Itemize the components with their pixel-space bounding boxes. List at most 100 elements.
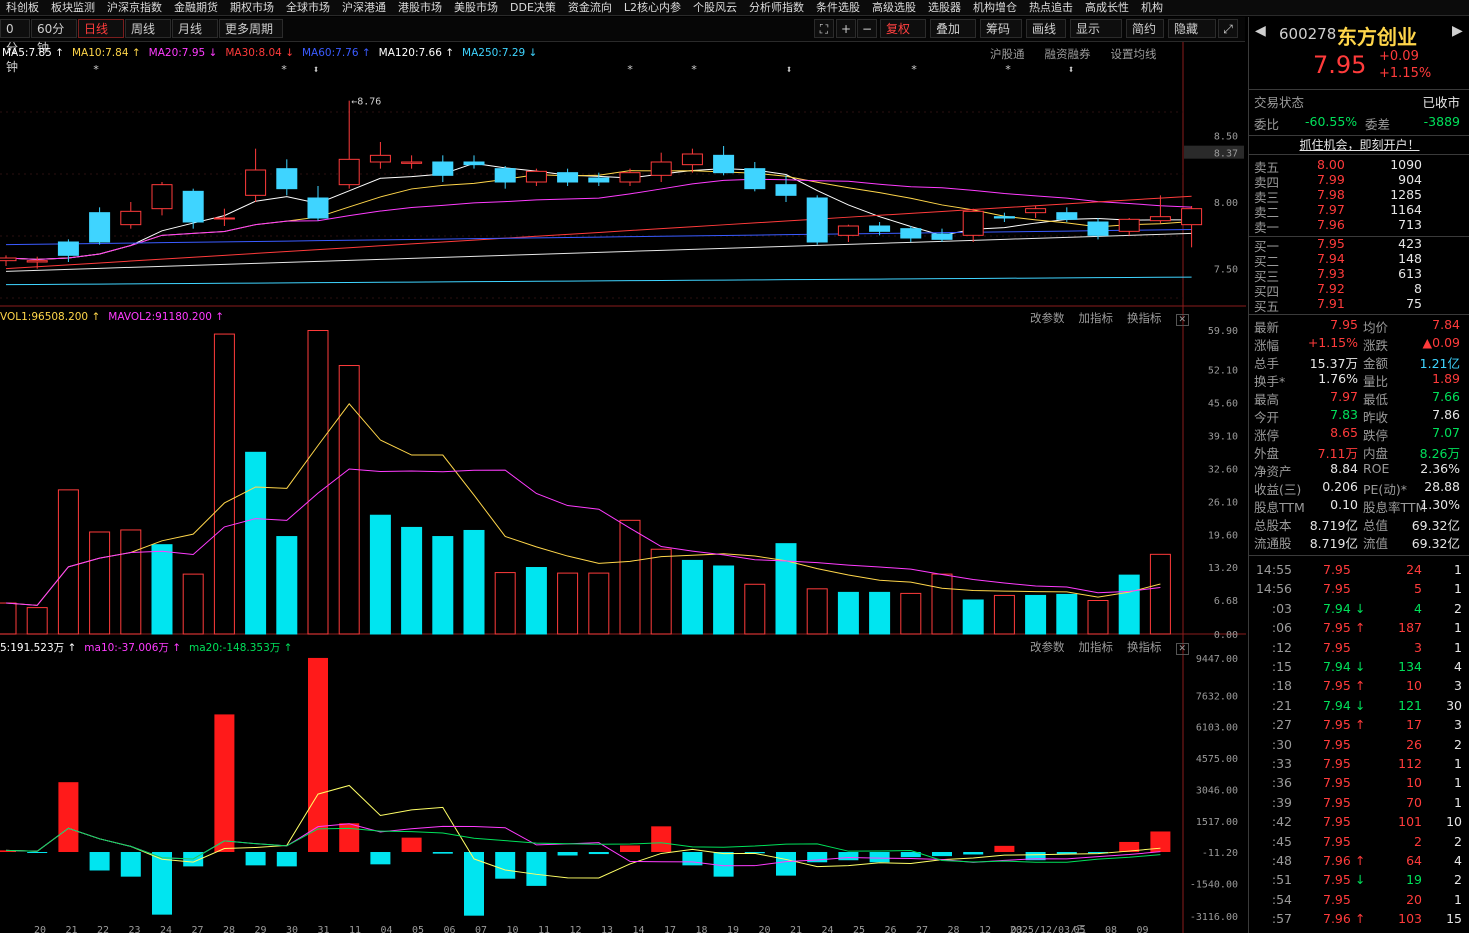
period-tab[interactable]: 日线 — [78, 19, 124, 38]
period-tab[interactable]: 更多周期 — [219, 19, 283, 38]
arrow-up-icon: ↑ — [1355, 911, 1366, 927]
nav-item[interactable]: 板块监测 — [45, 0, 101, 15]
legend-item: MA5:7.85 ↑ — [2, 47, 64, 59]
close-icon[interactable]: ✕ — [1175, 314, 1190, 326]
toolbar-button[interactable]: 复权 — [880, 19, 926, 38]
indicator-control[interactable]: 改参数 — [1030, 311, 1065, 325]
nav-item[interactable]: 条件选股 — [810, 0, 866, 15]
fullscreen-icon[interactable]: ⤢ — [1218, 19, 1238, 38]
candle-body — [182, 190, 204, 223]
tick-row: :12 7.95 3 1 — [1271, 639, 1462, 655]
zoom-in-icon[interactable]: + — [836, 19, 856, 38]
nav-item[interactable]: 沪深港通 — [336, 0, 392, 15]
toolbar-button[interactable]: 叠加 — [930, 19, 976, 38]
volume-bar — [307, 330, 329, 635]
open-account-banner[interactable]: 抓住机会，即刻开户！ — [1249, 135, 1469, 155]
toolbar-button[interactable]: 简约 — [1126, 19, 1164, 38]
indicator-control[interactable]: 换指标 — [1127, 311, 1162, 325]
volume-bar — [557, 572, 579, 635]
box-select-icon[interactable]: ⛶ — [814, 19, 834, 38]
nav-item[interactable]: 高成长性 — [1079, 0, 1135, 15]
toolbar-button[interactable]: 筹码 — [980, 19, 1022, 38]
candle-body — [338, 158, 360, 186]
nav-item[interactable]: 港股市场 — [392, 0, 448, 15]
stat-row: 外盘 7.11万 内盘 8.26万 — [1254, 446, 1460, 461]
main-link[interactable]: 设置均线 — [1111, 47, 1157, 61]
volume-bar — [713, 565, 735, 635]
volume-tick: 19.60 — [1208, 531, 1238, 542]
nav-item[interactable]: 资金流向 — [562, 0, 618, 15]
nav-item[interactable]: 高级选股 — [866, 0, 922, 15]
close-icon[interactable]: ✕ — [1175, 643, 1190, 655]
indicator-control[interactable]: 改参数 — [1030, 640, 1065, 654]
toolbar-button[interactable]: 画线 — [1026, 19, 1066, 38]
period-tab[interactable]: 周线 — [125, 19, 171, 38]
flow-tick: 6103.00 — [1196, 723, 1238, 734]
price-tick: 8.00 — [1214, 198, 1238, 209]
period-tab[interactable]: 月线 — [172, 19, 218, 38]
volume-bar — [1056, 593, 1078, 635]
period-tab[interactable]: 0分钟 — [0, 19, 30, 74]
candle-body — [681, 153, 703, 166]
arrow-down-icon: ↓ — [1355, 697, 1366, 713]
candle-body — [1181, 208, 1203, 226]
volume-bar — [1087, 600, 1109, 635]
period-tab[interactable]: 60分钟 — [31, 19, 77, 55]
main-link[interactable]: 沪股通 — [990, 47, 1025, 61]
nav-item[interactable]: 分析师指数 — [743, 0, 810, 15]
trade-status-row: 交易状态 已收市 — [1254, 95, 1460, 110]
nav-item[interactable]: 美股市场 — [448, 0, 504, 15]
fund-flow-bar — [89, 852, 110, 871]
tick-row: 14:55 7.95 24 1 — [1255, 562, 1462, 577]
tick-row: :15 7.94 ↓ 134 4 — [1271, 659, 1462, 674]
candle-body — [26, 260, 48, 263]
legend-item: MA120:7.66 ↑ — [378, 47, 455, 59]
kline-chart-area[interactable]: 8.50 8.37 8.00 7.50 * * * * * * ⬍ ⬍ ⬍ ←8.76 59.90 52.10… — [0, 42, 1246, 933]
zoom-out-icon[interactable]: − — [857, 19, 877, 38]
volume-bar — [0, 602, 17, 635]
nav-item[interactable]: L2核心内参 — [618, 0, 687, 15]
indicator-control[interactable]: 加指标 — [1079, 311, 1114, 325]
nav-item[interactable]: 沪深京指数 — [101, 0, 168, 15]
main-link[interactable]: 融资融券 — [1045, 47, 1091, 61]
legend-item: MA250:7.29 ↓ — [462, 47, 538, 59]
prev-stock-icon[interactable]: ◀ — [1255, 23, 1266, 39]
date-tick: 28 — [223, 925, 235, 933]
indicator-control[interactable]: 加指标 — [1079, 640, 1114, 654]
nav-item[interactable]: 科创板 — [0, 0, 45, 15]
toolbar-button[interactable]: 隐藏 — [1168, 19, 1216, 38]
volume-bar — [681, 559, 703, 635]
quote-panel: ◀ 600278 东方创业 ▶ 7.95 +0.09 +1.15% 交易状态 已… — [1248, 17, 1469, 933]
indicator-control[interactable]: 换指标 — [1127, 640, 1162, 654]
volume-bar — [869, 591, 891, 635]
date-tick: 12 — [569, 925, 581, 933]
last-price: 7.95 — [1313, 51, 1367, 79]
fund-flow-bar — [651, 826, 672, 853]
tick-row: :51 7.95 ↓ 19 2 — [1271, 872, 1462, 888]
nav-item[interactable]: 金融期货 — [168, 0, 224, 15]
date-tick: 10 — [506, 925, 518, 933]
tick-row: :54 7.95 20 1 — [1271, 891, 1462, 907]
tick-row: :33 7.95 112 1 — [1271, 756, 1462, 771]
candle-body — [962, 210, 984, 236]
nav-item[interactable]: 个股风云 — [687, 0, 743, 15]
next-stock-icon[interactable]: ▶ — [1452, 23, 1463, 39]
price-tick: 8.37 — [1214, 149, 1238, 160]
volume-bar — [1118, 574, 1140, 635]
date-tick: 24 — [160, 925, 172, 933]
nav-item[interactable]: 选股器 — [922, 0, 967, 15]
nav-item[interactable]: 机构 — [1135, 0, 1169, 15]
volume-bar — [1025, 594, 1047, 635]
volume-bar — [525, 567, 547, 635]
event-marker-icon: ⬍ — [786, 63, 793, 76]
date-tick: 27 — [191, 925, 203, 933]
nav-item[interactable]: DDE决策 — [504, 0, 562, 15]
fund-flow-bar — [838, 852, 859, 861]
nav-item[interactable]: 期权市场 — [224, 0, 280, 15]
nav-item[interactable]: 机构增仓 — [967, 0, 1023, 15]
nav-item[interactable]: 全球市场 — [280, 0, 336, 15]
arrow-up-icon: ↑ — [1355, 678, 1366, 694]
toolbar-button[interactable]: 显示 — [1070, 19, 1122, 38]
nav-item[interactable]: 热点追击 — [1023, 0, 1079, 15]
fund-flow-bar — [994, 845, 1015, 853]
